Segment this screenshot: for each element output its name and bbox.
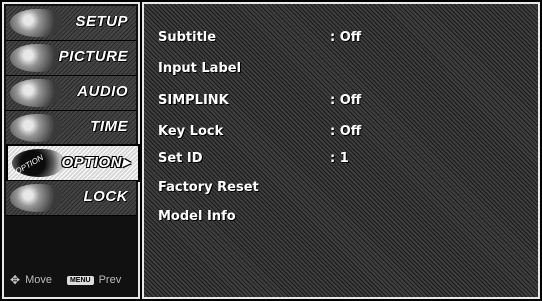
move-hint-label: Move xyxy=(25,274,52,286)
picture-thumbnail-icon xyxy=(10,44,62,72)
option-row-input-label[interactable]: Input Label xyxy=(158,59,528,81)
lock-thumbnail-icon xyxy=(10,184,62,212)
move-arrows-icon: ✥ xyxy=(10,273,21,287)
option-row-set-id[interactable]: Set ID : 1 xyxy=(158,149,528,171)
sidebar-item-picture[interactable]: PICTURE xyxy=(6,41,136,76)
sidebar-item-setup[interactable]: SETUP xyxy=(6,6,136,41)
sidebar-item-label: LOCK xyxy=(83,188,128,205)
option-value: : Off xyxy=(330,93,362,108)
option-row-factory-reset[interactable]: Factory Reset xyxy=(158,178,528,200)
menu-footer-hints: ✥ Move MENU Prev xyxy=(10,273,121,287)
option-name: Factory Reset xyxy=(158,180,259,195)
option-name: Subtitle xyxy=(158,30,217,45)
sidebar-item-label: SETUP xyxy=(75,13,128,30)
sidebar-item-time[interactable]: TIME xyxy=(6,111,136,146)
time-thumbnail-icon xyxy=(10,114,62,142)
option-name: Set ID xyxy=(158,151,203,166)
option-value: : Off xyxy=(330,30,362,45)
setup-thumbnail-icon xyxy=(10,9,62,37)
sidebar-item-label: AUDIO xyxy=(77,83,128,100)
prev-hint-label: Prev xyxy=(98,274,122,286)
chevron-right-icon: ▸ xyxy=(121,154,130,171)
audio-thumbnail-icon xyxy=(10,79,62,107)
option-name: Model Info xyxy=(158,209,236,224)
option-name: Input Label xyxy=(158,61,242,76)
option-row-key-lock[interactable]: Key Lock : Off xyxy=(158,122,528,144)
sidebar-item-label: PICTURE xyxy=(58,48,128,65)
option-row-model-info[interactable]: Model Info xyxy=(158,207,528,229)
menu-sidebar: SETUP PICTURE AUDIO TIME OPTION OPTION▸ … xyxy=(2,2,140,299)
sidebar-item-label: TIME xyxy=(90,118,128,135)
sidebar-item-label: OPTION▸ xyxy=(61,154,130,171)
sidebar-item-lock[interactable]: LOCK xyxy=(6,181,136,216)
option-row-simplink[interactable]: SIMPLINK : Off xyxy=(158,91,528,113)
option-settings-panel: Subtitle : Off Input Label SIMPLINK : Of… xyxy=(142,2,540,299)
option-value: : Off xyxy=(330,124,362,139)
option-name: SIMPLINK xyxy=(158,93,229,108)
sidebar-item-audio[interactable]: AUDIO xyxy=(6,76,136,111)
tv-menu-screen: SETUP PICTURE AUDIO TIME OPTION OPTION▸ … xyxy=(0,0,542,301)
option-name: Key Lock xyxy=(158,124,224,139)
sidebar-item-option[interactable]: OPTION OPTION▸ xyxy=(6,144,140,182)
menu-key-icon: MENU xyxy=(66,275,94,285)
option-row-subtitle[interactable]: Subtitle : Off xyxy=(158,28,528,50)
option-value: : 1 xyxy=(330,151,349,166)
